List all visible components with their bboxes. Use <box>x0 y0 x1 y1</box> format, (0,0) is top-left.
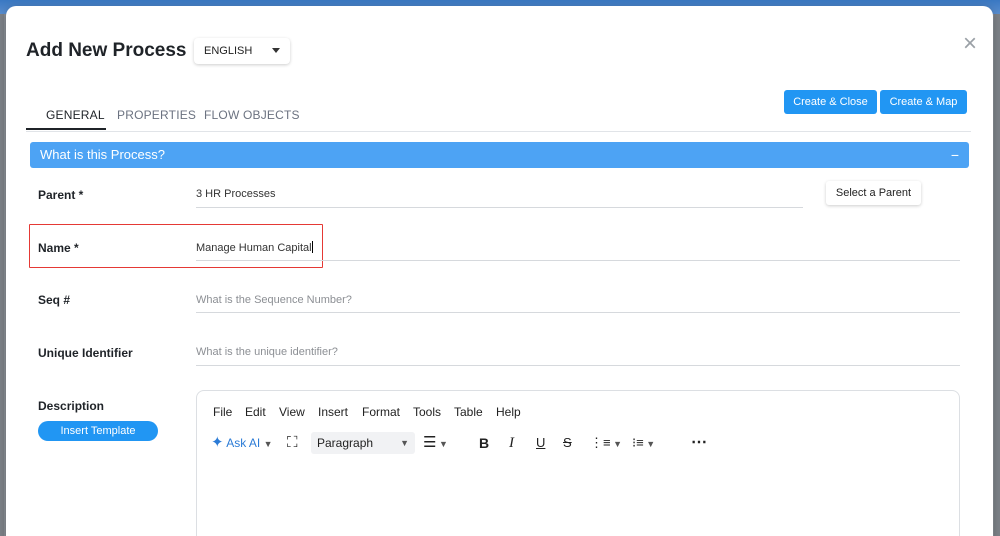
block-format-select[interactable]: Paragraph ▼ <box>311 432 415 454</box>
rich-text-editor[interactable]: File Edit View Insert Format Tools Table… <box>196 390 960 536</box>
language-select-value: ENGLISH <box>204 45 253 57</box>
close-icon[interactable]: × <box>956 30 984 58</box>
underline-icon[interactable]: U <box>536 431 545 455</box>
name-field-underline <box>196 260 960 261</box>
ask-ai-label: Ask AI <box>226 436 261 450</box>
italic-icon[interactable]: I <box>509 431 514 455</box>
strikethrough-icon[interactable]: S <box>563 431 572 455</box>
modal-title: Add New Process <box>26 40 187 61</box>
unique-identifier-label: Unique Identifier <box>38 346 133 360</box>
collapse-icon[interactable]: − <box>951 142 959 168</box>
tab-general[interactable]: GENERAL <box>46 108 105 122</box>
parent-field-underline <box>196 207 803 208</box>
text-cursor <box>311 241 313 253</box>
menu-file[interactable]: File <box>213 405 232 419</box>
tab-properties[interactable]: PROPERTIES <box>117 108 196 122</box>
chevron-down-icon: ▼ <box>263 439 273 449</box>
fullscreen-icon[interactable]: ⛶ <box>287 431 298 455</box>
description-label: Description <box>38 399 105 413</box>
menu-insert[interactable]: Insert <box>318 405 348 419</box>
parent-label: Parent * <box>38 188 84 202</box>
menu-view[interactable]: View <box>279 405 305 419</box>
active-tab-indicator <box>26 128 106 130</box>
seq-label: Seq # <box>38 293 71 307</box>
chevron-down-icon: ▼ <box>400 438 409 448</box>
name-input-value: Manage Human Capital <box>196 242 312 254</box>
section-title: What is this Process? <box>40 147 165 162</box>
tab-flow-objects[interactable]: FLOW OBJECTS <box>204 108 300 122</box>
menu-table[interactable]: Table <box>454 405 483 419</box>
ask-ai-button[interactable]: ✦ Ask AI ▼ <box>211 431 273 455</box>
block-format-value: Paragraph <box>317 436 374 450</box>
chevron-down-icon: ▼ <box>643 439 656 449</box>
tabs-divider <box>26 131 971 132</box>
window-backdrop-right <box>994 14 1000 536</box>
unique-identifier-underline <box>196 365 960 366</box>
section-header[interactable]: What is this Process? − <box>30 142 969 168</box>
window-backdrop-left <box>0 14 4 536</box>
create-close-button[interactable]: Create & Close <box>784 90 877 114</box>
align-left-icon[interactable]: ☰ ▼ <box>423 431 448 455</box>
name-input[interactable]: Manage Human Capital <box>196 241 313 254</box>
chevron-down-icon: ▼ <box>436 439 448 449</box>
name-label: Name * <box>38 241 79 255</box>
sparkle-icon: ✦ <box>211 434 224 451</box>
menu-edit[interactable]: Edit <box>245 405 266 419</box>
chevron-down-icon: ▼ <box>610 439 623 449</box>
language-select[interactable]: ENGLISH <box>194 38 290 64</box>
create-map-button[interactable]: Create & Map <box>880 90 967 114</box>
bold-icon[interactable]: B <box>479 431 489 455</box>
numbered-list-icon[interactable]: ⋮≡ ▼ <box>590 431 622 455</box>
add-process-modal: × Add New Process ENGLISH GENERAL PROPER… <box>6 6 993 536</box>
parent-field[interactable]: 3 HR Processes <box>196 188 275 200</box>
caret-down-icon <box>272 48 280 53</box>
editor-toolbar: ✦ Ask AI ▼ ⛶ Paragraph ▼ ☰ ▼ B I U S ⋮≡ … <box>211 431 951 455</box>
bullet-list-icon[interactable]: ⁝≡ ▼ <box>632 431 655 455</box>
more-options-icon[interactable]: ⋯ <box>691 431 707 455</box>
seq-input[interactable]: What is the Sequence Number? <box>196 294 352 306</box>
menu-help[interactable]: Help <box>496 405 521 419</box>
unique-identifier-input[interactable]: What is the unique identifier? <box>196 346 338 358</box>
menu-tools[interactable]: Tools <box>413 405 441 419</box>
insert-template-button[interactable]: Insert Template <box>38 421 158 441</box>
select-parent-button[interactable]: Select a Parent <box>826 181 921 205</box>
menu-format[interactable]: Format <box>362 405 400 419</box>
seq-field-underline <box>196 312 960 313</box>
